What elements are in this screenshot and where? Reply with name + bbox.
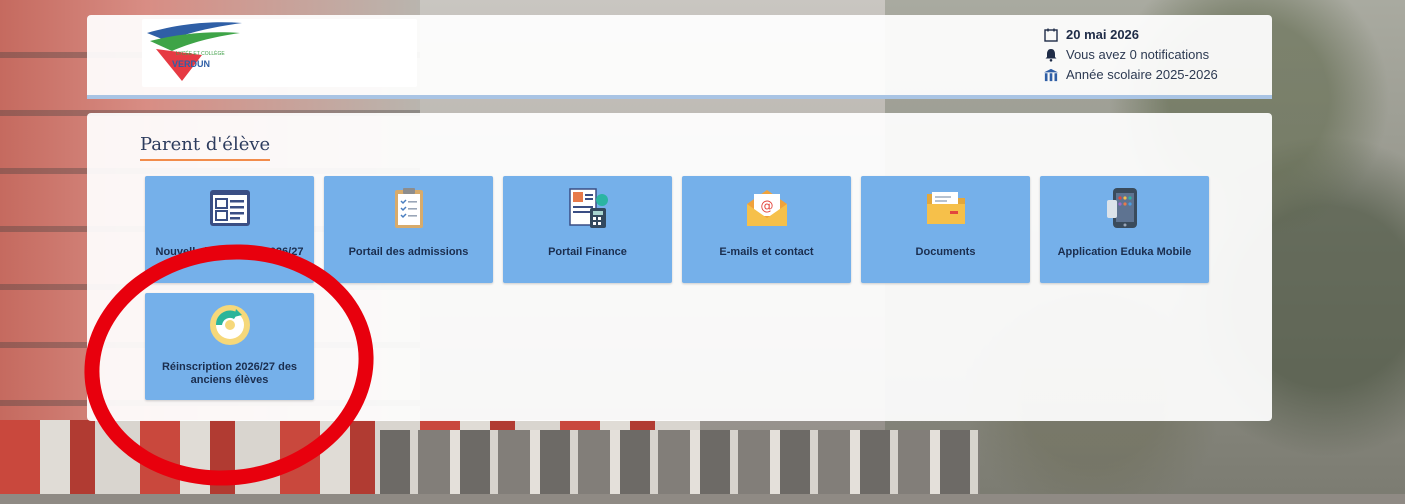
- calendar-icon: [1044, 28, 1058, 42]
- tile-portail-admissions[interactable]: Portail des admissions: [324, 176, 493, 283]
- svg-text:@: @: [761, 199, 774, 214]
- tile-label: Application Eduka Mobile: [1057, 246, 1192, 258]
- date-row: 20 mai 2026: [1044, 25, 1218, 45]
- tile-documents[interactable]: Documents: [861, 176, 1030, 283]
- top-header: LYCÉE ET COLLÈGE VERDUN 20 mai 2026 Vous…: [87, 15, 1272, 99]
- school-year-row: Année scolaire 2025-2026: [1044, 65, 1218, 85]
- bell-icon: [1045, 49, 1057, 62]
- tile-label: Documents: [915, 246, 976, 258]
- logo-subtext: LYCÉE ET COLLÈGE: [176, 51, 225, 57]
- tile-emails-contact[interactable]: @ E-mails et contact: [682, 176, 851, 283]
- tile-eduka-mobile[interactable]: Application Eduka Mobile: [1040, 176, 1209, 283]
- tile-label: Nouvelle inscription 2026/27: [155, 246, 304, 258]
- tile-reinscription[interactable]: Réinscription 2026/27 des anciens élèves: [145, 293, 314, 400]
- tile-nouvelle-inscription[interactable]: Nouvelle inscription 2026/27: [145, 176, 314, 283]
- notifications-row[interactable]: Vous avez 0 notifications: [1044, 45, 1218, 65]
- school-building-icon: [1044, 68, 1058, 82]
- id-card-icon: [210, 190, 250, 226]
- envelope-icon: @: [747, 190, 787, 226]
- logo-text: VERDUN: [172, 59, 211, 69]
- tile-label: Portail Finance: [548, 246, 627, 258]
- circular-progress-icon: [210, 305, 250, 345]
- tile-label: Réinscription 2026/27 des anciens élèves: [161, 361, 298, 386]
- invoice-calculator-icon: [569, 188, 608, 228]
- clipboard-icon: [395, 188, 423, 228]
- header-info: 20 mai 2026 Vous avez 0 notifications An…: [1044, 25, 1218, 85]
- school-logo[interactable]: LYCÉE ET COLLÈGE VERDUN: [142, 19, 417, 87]
- tile-label: Portail des admissions: [348, 246, 469, 258]
- tile-label: E-mails et contact: [719, 246, 814, 258]
- tile-portail-finance[interactable]: Portail Finance: [503, 176, 672, 283]
- current-date: 20 mai 2026: [1066, 27, 1140, 42]
- parent-portal-card: Parent d'élève Nouvelle inscription 2026…: [87, 113, 1272, 421]
- section-title: Parent d'élève: [140, 134, 271, 161]
- notifications-text: Vous avez 0 notifications: [1066, 47, 1210, 62]
- school-year-text: Année scolaire 2025-2026: [1066, 67, 1218, 82]
- smartphone-icon: [1107, 188, 1137, 228]
- folder-icon: [927, 192, 965, 224]
